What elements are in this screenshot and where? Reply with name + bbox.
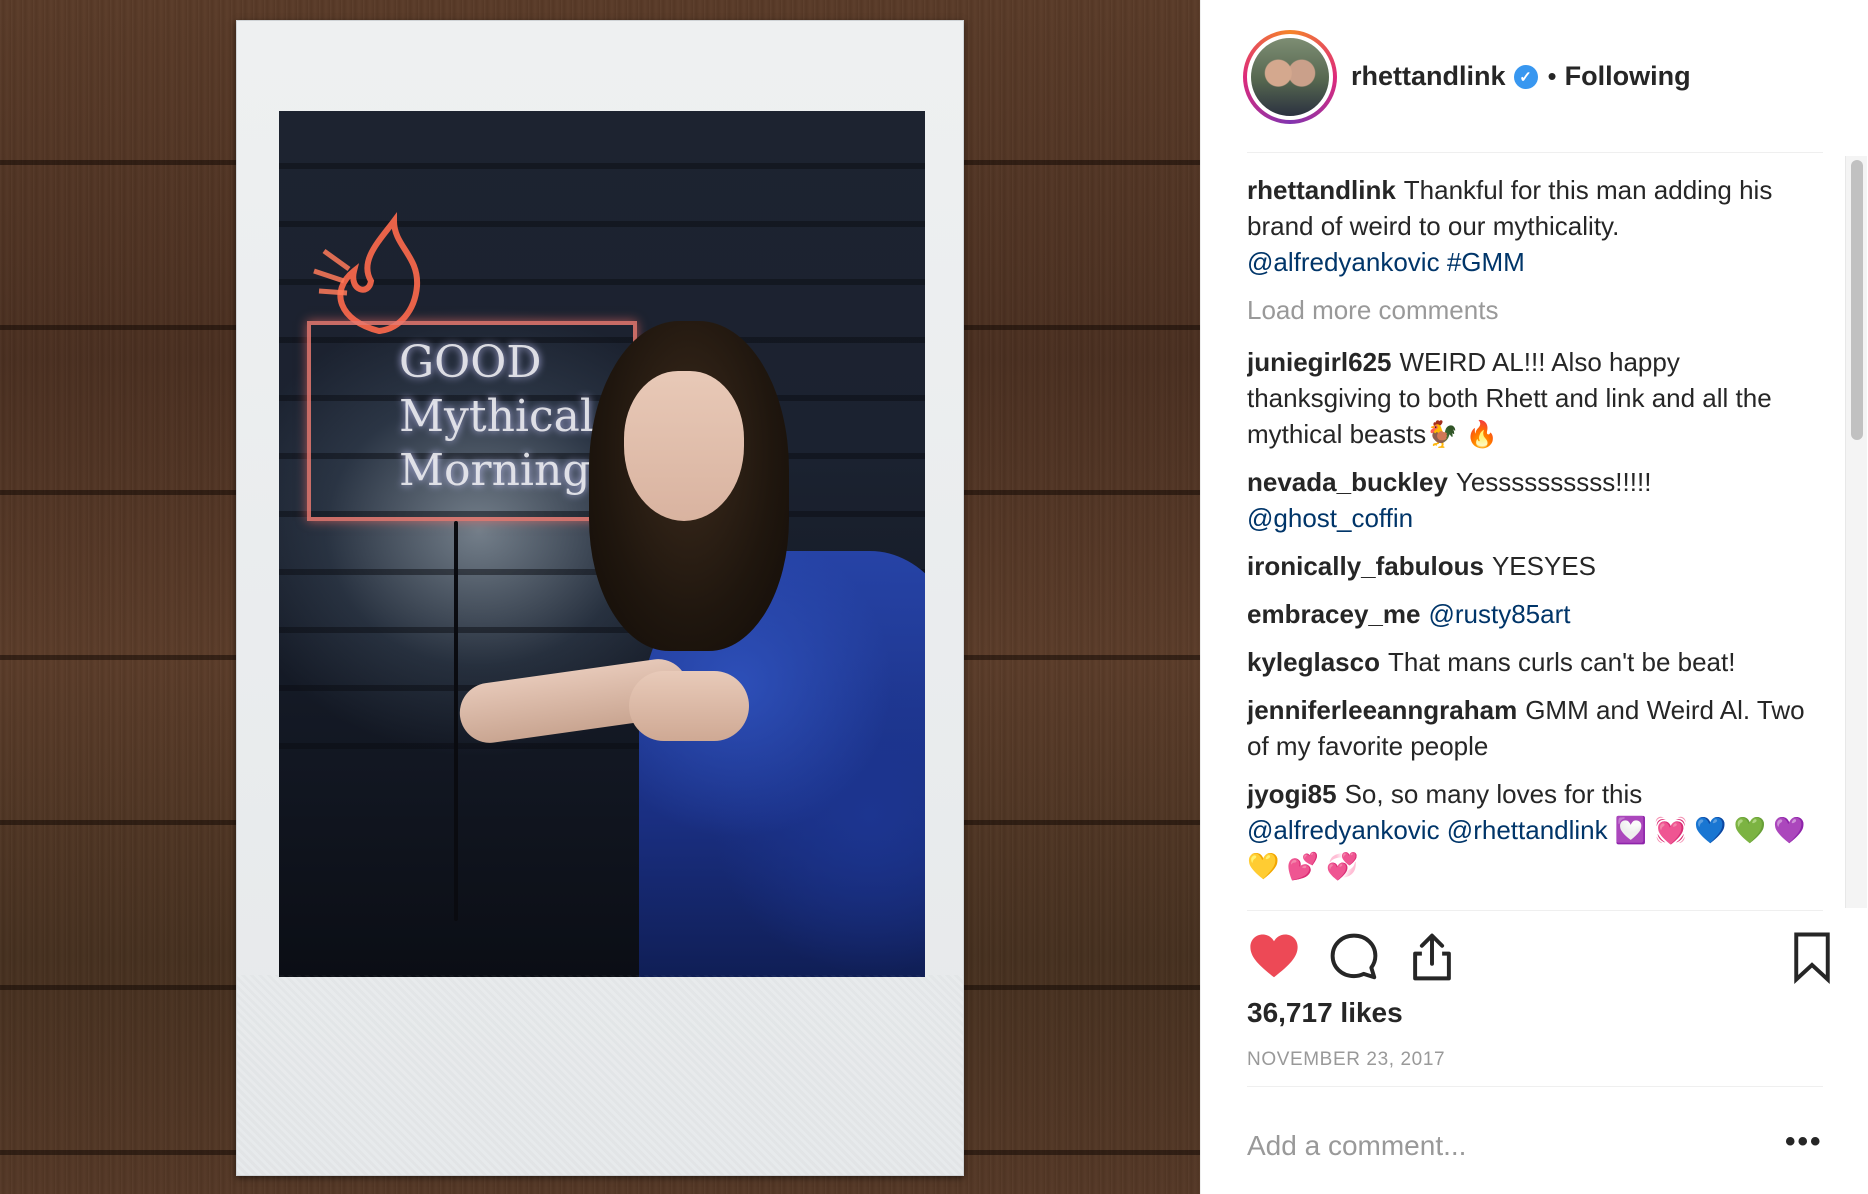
author-username[interactable]: rhettandlink (1351, 61, 1506, 92)
header-divider (1247, 152, 1823, 153)
story-ring[interactable] (1243, 29, 1337, 124)
polaroid-texture (237, 975, 963, 1175)
comment-username[interactable]: kyleglasco (1247, 647, 1380, 677)
comment-text: YESYES (1491, 551, 1597, 581)
actions-divider (1247, 910, 1823, 911)
comment-item: juniegirl625 WEIRD AL!!! Also happy thank… (1247, 344, 1817, 452)
following-button[interactable]: Following (1565, 61, 1691, 92)
comment-username[interactable]: embracey_me (1247, 599, 1420, 629)
comment-item: kyleglasco That mans curls can't be beat! (1247, 644, 1817, 680)
action-bar (1247, 930, 1837, 986)
person-hand (629, 671, 749, 741)
post-photo: GOOD Mythical Morning (279, 111, 925, 977)
comment-mention[interactable]: @ghost_coffin (1247, 503, 1413, 533)
verified-badge-icon: ✓ (1513, 64, 1538, 89)
add-comment-input[interactable] (1247, 1124, 1747, 1168)
comment-box-divider (1247, 1086, 1823, 1087)
caption-hashtag[interactable]: #GMM (1447, 247, 1525, 277)
comment-mention[interactable]: @alfredyankovic @rhettandlink 💟 💓 💙 💚 💜 … (1247, 815, 1806, 881)
header-separator: • (1547, 61, 1557, 91)
post-media[interactable]: GOOD Mythical Morning (0, 0, 1200, 1194)
comments-scrollbar[interactable] (1845, 156, 1867, 908)
comment-username[interactable]: nevada_buckley (1247, 467, 1448, 497)
neon-cable (454, 521, 458, 921)
scrollbar-thumb[interactable] (1851, 160, 1863, 440)
polaroid-frame: GOOD Mythical Morning (236, 20, 964, 1176)
comment-username[interactable]: jyogi85 (1247, 779, 1337, 809)
more-options-icon[interactable]: ••• (1785, 1127, 1825, 1164)
heart-icon[interactable] (1247, 930, 1301, 984)
comment-username[interactable]: ironically_fabulous (1247, 551, 1484, 581)
comment-mention[interactable]: @rusty85art (1428, 599, 1570, 629)
comments-list[interactable]: rhettandlink Thankful for this man adding… (1247, 172, 1817, 907)
comment-username[interactable]: juniegirl625 (1247, 347, 1392, 377)
post-date[interactable]: NOVEMBER 23, 2017 (1247, 1049, 1445, 1071)
bookmark-icon[interactable] (1785, 930, 1839, 984)
avatar[interactable] (1247, 33, 1333, 120)
comment-item: nevada_buckley Yessssssssss!!!!! @ghost_c… (1247, 464, 1817, 536)
caption: rhettandlink Thankful for this man adding… (1247, 172, 1817, 280)
caption-mention[interactable]: @alfredyankovic (1247, 247, 1440, 277)
comment-item: ironically_fabulous YESYES (1247, 548, 1817, 584)
comment-item: jyogi85 So, so many loves for this @alfre… (1247, 776, 1817, 884)
comment-item: embracey_me @rusty85art (1247, 596, 1817, 632)
comment-text: So, so many loves for this (1344, 779, 1643, 809)
post-header: rhettandlink ✓ • Following (1201, 0, 1868, 153)
comment-username[interactable]: jenniferleeanngraham (1247, 695, 1517, 725)
comment-item: jenniferleeanngraham GMM and Weird Al. Tw… (1247, 692, 1817, 764)
likes-count[interactable]: 36,717 likes (1247, 997, 1403, 1029)
person-face (624, 371, 744, 521)
load-more-comments-button[interactable]: Load more comments (1247, 292, 1817, 328)
comment-text: That mans curls can't be beat! (1387, 647, 1736, 677)
post-sidebar: rhettandlink ✓ • Following rhettandlink T… (1200, 0, 1868, 1194)
comment-text: Yessssssssss!!!!! (1455, 467, 1652, 497)
caption-username[interactable]: rhettandlink (1247, 175, 1396, 205)
share-icon[interactable] (1405, 930, 1459, 984)
comment-icon[interactable] (1327, 930, 1381, 984)
